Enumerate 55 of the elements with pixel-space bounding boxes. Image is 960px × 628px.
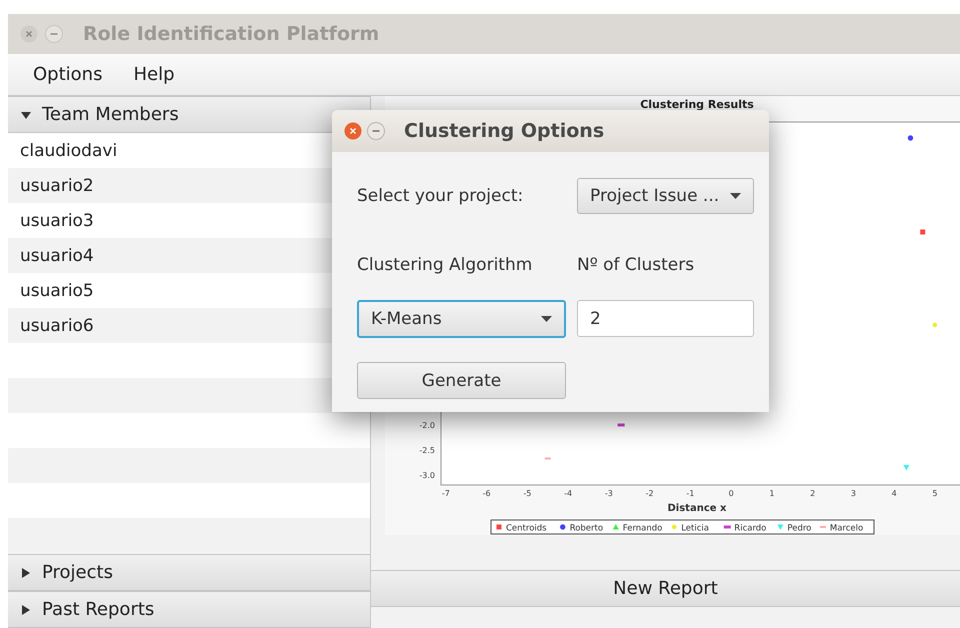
legend-label: Ricardo bbox=[734, 524, 766, 534]
legend-label: Marcelo bbox=[830, 524, 864, 534]
dialog-title: Clustering Options bbox=[404, 120, 604, 142]
legend-label: Centroids bbox=[506, 524, 548, 534]
chart-title: Clustering Results bbox=[640, 98, 754, 111]
minimize-icon bbox=[367, 122, 385, 140]
tick-label: 2 bbox=[810, 489, 816, 498]
list-item[interactable]: usuario2 bbox=[20, 176, 94, 196]
section-header[interactable]: Team Members bbox=[8, 96, 370, 133]
legend-label: Fernando bbox=[622, 524, 662, 534]
close-icon bbox=[344, 122, 362, 140]
tick-label: -2.5 bbox=[419, 446, 435, 455]
tick-label: 3 bbox=[850, 489, 856, 498]
field-label: Clustering Algorithm bbox=[357, 255, 534, 275]
window-title: Role Identification Platform bbox=[83, 23, 380, 45]
tick-label: 1 bbox=[769, 489, 774, 498]
tick-label: -3.0 bbox=[419, 471, 435, 480]
expanded-triangle-icon bbox=[21, 110, 31, 120]
section-header[interactable]: Projects bbox=[8, 554, 370, 591]
legend-label: Roberto bbox=[570, 524, 604, 534]
clusters-input-field[interactable]: 2 bbox=[577, 300, 754, 337]
list-item[interactable]: usuario4 bbox=[20, 246, 94, 266]
generate-button[interactable]: Generate bbox=[357, 362, 566, 399]
list-item[interactable]: usuario5 bbox=[20, 280, 94, 300]
tick-label: -7 bbox=[442, 489, 450, 498]
tick-label: -2.0 bbox=[419, 421, 435, 430]
list-item[interactable]: usuario6 bbox=[20, 316, 94, 336]
section-header[interactable]: Past Reports bbox=[8, 591, 370, 628]
list-item[interactable]: claudiodavi bbox=[20, 140, 118, 160]
legend-label: Pedro bbox=[787, 524, 812, 534]
algorithm-dropdown[interactable]: K-Means bbox=[357, 300, 566, 338]
new-report-button[interactable]: New Report bbox=[371, 570, 960, 607]
tick-label: -5 bbox=[523, 489, 532, 498]
close-icon bbox=[20, 25, 38, 43]
tick-label: 4 bbox=[892, 489, 897, 498]
collapsed-triangle-icon bbox=[21, 568, 31, 578]
list-item[interactable]: usuario3 bbox=[20, 210, 94, 230]
axis-label: Distance x bbox=[668, 503, 726, 514]
collapsed-triangle-icon bbox=[21, 604, 31, 614]
tick-label: -6 bbox=[482, 489, 491, 498]
dropdown-arrow-icon bbox=[541, 316, 552, 322]
minimize-icon bbox=[45, 25, 63, 43]
tick-label: -2 bbox=[646, 489, 654, 498]
tick-label: -3 bbox=[604, 489, 613, 498]
field-label: Select your project: bbox=[357, 186, 524, 206]
tick-label: -1 bbox=[686, 489, 694, 498]
legend-label: Leticia bbox=[681, 524, 709, 534]
tick-label: -4 bbox=[564, 489, 572, 498]
dropdown-arrow-icon bbox=[730, 193, 741, 199]
menu-item[interactable]: Help bbox=[133, 64, 174, 85]
project-dropdown[interactable]: Project Issue ... bbox=[577, 178, 754, 214]
field-label: Nº of Clusters bbox=[577, 255, 696, 275]
menu-item[interactable]: Options bbox=[33, 64, 102, 85]
tick-label: 0 bbox=[728, 489, 734, 498]
tick-label: 5 bbox=[932, 489, 938, 498]
